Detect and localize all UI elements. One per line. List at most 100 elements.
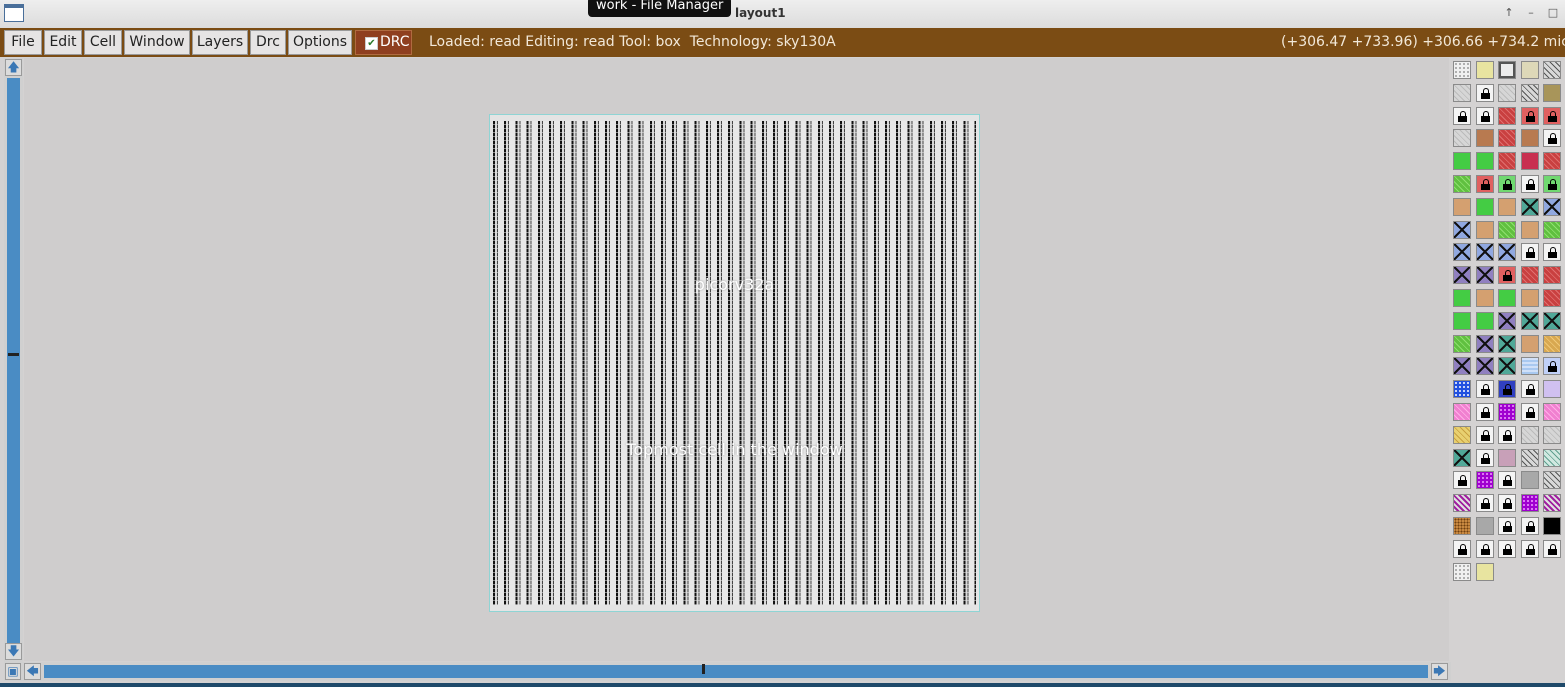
layer-swatch-blue-x-icon[interactable] (1498, 243, 1516, 262)
layer-swatch-teal-x-icon[interactable] (1498, 357, 1516, 376)
layer-swatch-violet-icon[interactable] (1475, 471, 1494, 490)
layer-swatch-lock-icon[interactable] (1520, 403, 1539, 421)
layer-swatch-tan-icon[interactable] (1520, 334, 1539, 353)
layer-swatch-teal-x-icon[interactable] (1520, 311, 1539, 330)
layer-swatch-lock-icon[interactable] (1498, 425, 1516, 444)
layer-swatch-ltyellow-icon[interactable] (1475, 562, 1494, 581)
horizontal-scroll-thumb[interactable] (702, 664, 705, 674)
zoom-box-icon[interactable]: ▣ (5, 663, 21, 680)
layer-swatch-blue-x-icon[interactable] (1453, 243, 1471, 262)
layer-swatch-blue-icon[interactable] (1453, 380, 1471, 399)
layer-swatch-lock-icon[interactable] (1453, 471, 1471, 490)
layer-swatch-lock-icon[interactable] (1520, 517, 1539, 535)
layer-swatch-ltblue-icon[interactable] (1520, 357, 1539, 376)
layer-swatch-teal-icon[interactable] (1543, 448, 1561, 467)
layer-swatch-ltgray-icon[interactable] (1520, 425, 1539, 444)
cell-instance[interactable]: picorv32a Topmost cell in the window (489, 114, 980, 612)
layer-swatch-lock-icon[interactable] (1520, 175, 1539, 193)
layer-swatch-ltgreen-icon[interactable] (1543, 220, 1561, 239)
layer-swatch-gray-icon[interactable] (1475, 517, 1494, 535)
layer-swatch-magenta-icon[interactable] (1453, 494, 1471, 513)
layer-swatch-lock-red-icon[interactable] (1475, 175, 1494, 193)
layer-swatch-ltgray-icon[interactable] (1453, 83, 1471, 102)
layer-swatch-pink-icon[interactable] (1453, 403, 1471, 421)
layer-swatch-purple-x-icon[interactable] (1475, 334, 1494, 353)
layer-swatch-purple-x-icon[interactable] (1475, 266, 1494, 285)
layer-swatch-lock-green-icon[interactable] (1543, 175, 1561, 193)
layer-swatch-diag-icon[interactable] (1520, 83, 1539, 102)
layer-swatch-green-icon[interactable] (1475, 197, 1494, 216)
maximize-icon[interactable]: □ (1547, 6, 1559, 19)
layer-swatch-brown-icon[interactable] (1475, 129, 1494, 148)
layer-swatch-lock-icon[interactable] (1475, 380, 1494, 399)
layer-swatch-tan-icon[interactable] (1475, 220, 1494, 239)
layer-swatch-lock-icon[interactable] (1498, 539, 1516, 558)
layer-swatch-red-icon[interactable] (1543, 266, 1561, 285)
drc-checkbox[interactable]: ✔ (365, 37, 378, 50)
layer-swatch-lock-red-icon[interactable] (1543, 106, 1561, 125)
horizontal-scroll-track[interactable] (44, 665, 1428, 678)
layer-swatch-lock-green-icon[interactable] (1498, 175, 1516, 193)
layer-swatch-blue-x-icon[interactable] (1543, 197, 1561, 216)
layer-swatch-lock-icon[interactable] (1520, 243, 1539, 262)
layer-swatch-lock-icon[interactable] (1475, 403, 1494, 421)
layer-swatch-green-icon[interactable] (1475, 311, 1494, 330)
layer-swatch-blue-x-icon[interactable] (1475, 243, 1494, 262)
layer-swatch-tan-icon[interactable] (1453, 197, 1471, 216)
layer-swatch-lock-icon[interactable] (1543, 129, 1561, 148)
layer-swatch-violet-icon[interactable] (1498, 403, 1516, 421)
layer-swatch-purple-x-icon[interactable] (1475, 357, 1494, 376)
menu-edit[interactable]: Edit (44, 30, 82, 55)
layer-swatch-lock-red-icon[interactable] (1498, 266, 1516, 285)
menu-cell[interactable]: Cell (84, 30, 122, 55)
layer-swatch-yellow-icon[interactable] (1453, 425, 1471, 444)
layer-swatch-beige-icon[interactable] (1520, 61, 1539, 79)
layer-swatch-lock-icon[interactable] (1453, 106, 1471, 125)
layer-swatch-green-icon[interactable] (1453, 311, 1471, 330)
layer-swatch-teal-x-icon[interactable] (1543, 311, 1561, 330)
layer-swatch-brown-icon[interactable] (1520, 129, 1539, 148)
layer-swatch-ltgreen-icon[interactable] (1453, 334, 1471, 353)
layer-swatch-purple-x-icon[interactable] (1498, 311, 1516, 330)
vertical-scroll-thumb[interactable] (8, 353, 19, 356)
layer-swatch-lock-icon[interactable] (1543, 243, 1561, 262)
layer-swatch-green-icon[interactable] (1453, 289, 1471, 307)
menu-drc[interactable]: Drc (250, 30, 286, 55)
scroll-down-icon[interactable]: 🡇 (5, 643, 22, 660)
minimize-icon[interactable]: – (1525, 6, 1537, 19)
layer-swatch-gold-icon[interactable] (1543, 334, 1561, 353)
menu-file[interactable]: File (4, 30, 42, 55)
menu-layers[interactable]: Layers (192, 30, 248, 55)
layer-swatch-crimson-icon[interactable] (1520, 152, 1539, 171)
horizontal-scrollbar[interactable]: ▣ 🡄 🡆 (4, 662, 1451, 681)
layer-swatch-olive-icon[interactable] (1543, 83, 1561, 102)
layer-swatch-ochre-icon[interactable] (1453, 517, 1471, 535)
layer-swatch-ltgray-icon[interactable] (1498, 83, 1516, 102)
layer-swatch-lock-icon[interactable] (1475, 539, 1494, 558)
layer-swatch-lock-icon[interactable] (1520, 380, 1539, 399)
layer-swatch-teal-x-icon[interactable] (1498, 334, 1516, 353)
layer-swatch-red-icon[interactable] (1498, 106, 1516, 125)
layer-swatch-purple-x-icon[interactable] (1453, 266, 1471, 285)
layer-swatch-red-icon[interactable] (1543, 152, 1561, 171)
layer-swatch-tan-icon[interactable] (1475, 289, 1494, 307)
window-menu-icon[interactable] (4, 4, 24, 22)
layer-swatch-outline-icon[interactable] (1498, 61, 1516, 79)
layer-swatch-violet-icon[interactable] (1520, 494, 1539, 513)
layer-swatch-lock-blue-icon[interactable] (1543, 357, 1561, 376)
layer-swatch-ltgray-icon[interactable] (1453, 129, 1471, 148)
layer-swatch-lock-navy-icon[interactable] (1498, 380, 1516, 399)
raise-window-icon[interactable]: ↑ (1503, 6, 1515, 19)
layer-swatch-ltyellow-icon[interactable] (1475, 61, 1494, 79)
layer-swatch-lock-icon[interactable] (1475, 448, 1494, 467)
layer-swatch-lavender-icon[interactable] (1543, 380, 1561, 399)
layer-swatch-dots-icon[interactable] (1453, 61, 1471, 79)
layer-swatch-pink-icon[interactable] (1543, 403, 1561, 421)
layer-swatch-teal-x-icon[interactable] (1453, 448, 1471, 467)
menu-options[interactable]: Options (288, 30, 352, 55)
layer-swatch-lock-red-icon[interactable] (1520, 106, 1539, 125)
layer-swatch-diag-icon[interactable] (1543, 61, 1561, 79)
layer-swatch-lock-icon[interactable] (1543, 539, 1561, 558)
layer-swatch-green-icon[interactable] (1475, 152, 1494, 171)
layer-swatch-purple-x-icon[interactable] (1453, 357, 1471, 376)
